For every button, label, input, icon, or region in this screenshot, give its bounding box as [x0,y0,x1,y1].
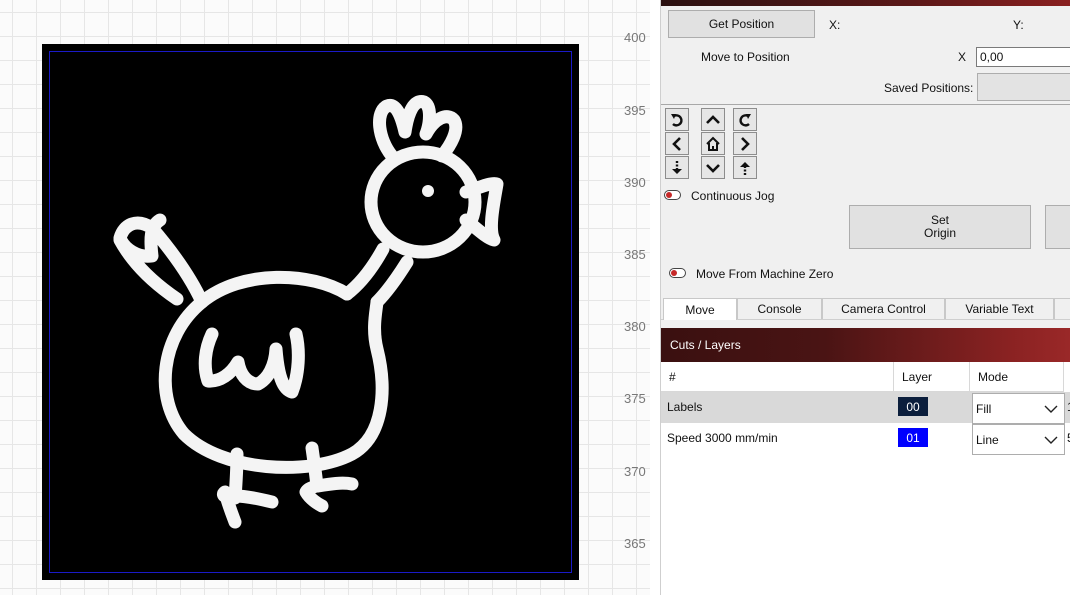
jog-down-icon[interactable] [701,156,725,179]
chicken-drawing [113,95,504,529]
tab-console[interactable]: Console [737,298,822,319]
toggle-knob [671,270,677,276]
section-divider [661,104,1070,105]
table-row[interactable]: Labels 00 Fill 1 [661,392,1070,424]
layer-color-swatch[interactable]: 00 [898,397,928,416]
ruler-label: 370 [624,464,646,479]
cuts-layers-header: Cuts / Layers [661,328,1070,362]
move-to-position-label: Move to Position [701,50,790,64]
mode-dropdown[interactable]: Line [972,424,1065,455]
bottom-tabs: Move Console Camera Control Variable Tex… [661,298,1070,320]
jog-left-icon[interactable] [665,132,689,155]
continuous-jog-toggle[interactable] [664,190,681,200]
column-header-number[interactable]: # [661,362,894,392]
tab-variable-text[interactable]: Variable Text [945,298,1054,319]
column-header-mode[interactable]: Mode [970,362,1064,392]
mode-dropdown[interactable]: Fill [972,393,1065,424]
tab-move[interactable]: Move [663,298,737,320]
layer-name: Speed 3000 mm/min [667,431,778,445]
x-position-label: X: [829,18,841,32]
ruler-label: 390 [624,175,646,190]
tab-camera-control[interactable]: Camera Control [822,298,945,319]
ruler-label: 365 [624,536,646,551]
column-header-layer[interactable]: Layer [894,362,970,392]
home-icon[interactable] [701,132,725,155]
y-position-label: Y: [1013,18,1024,32]
move-from-machine-zero-toggle[interactable] [669,268,686,278]
jog-up-icon[interactable] [701,108,725,131]
rotate-cw-icon[interactable] [733,108,757,131]
chevron-down-icon [1044,436,1058,444]
ruler-label: 400 [624,30,646,45]
rotate-ccw-icon[interactable] [665,108,689,131]
mode-value: Fill [976,402,992,416]
ruler-label: 375 [624,391,646,406]
move-x-axis-label: X [958,50,967,64]
jog-right-icon[interactable] [733,132,757,155]
right-panel: Get Position X: Y: Move to Position X 0,… [660,0,1070,595]
saved-positions-dropdown[interactable] [977,73,1070,101]
panel-accent-bar [661,0,1070,6]
ruler-label: 380 [624,319,646,334]
design-object[interactable] [42,44,579,580]
set-origin-button[interactable]: Set Origin [849,205,1031,249]
chevron-down-icon [1044,405,1058,413]
ruler-label: 395 [624,103,646,118]
toggle-knob [666,192,672,198]
saved-positions-label: Saved Positions: [884,81,974,95]
design-canvas[interactable]: 400 395 390 385 380 375 370 365 [0,0,650,595]
get-position-button[interactable]: Get Position [668,10,815,38]
extra-action-button[interactable] [1045,205,1070,249]
tab-overflow[interactable] [1054,298,1070,319]
layer-name: Labels [667,400,703,414]
mode-value: Line [976,433,999,447]
move-x-input[interactable]: 0,00 [976,47,1070,67]
z-down-icon[interactable] [665,156,689,179]
cuts-layers-table: # Layer Mode Labels 00 Fill 1 Speed 3000… [661,362,1070,595]
continuous-jog-label: Continuous Jog [691,189,775,203]
layer-color-swatch[interactable]: 01 [898,428,928,447]
table-row[interactable]: Speed 3000 mm/min 01 Line 5 [661,423,1070,455]
move-from-machine-zero-label: Move From Machine Zero [696,267,834,281]
ruler-label: 385 [624,247,646,262]
z-up-icon[interactable] [733,156,757,179]
